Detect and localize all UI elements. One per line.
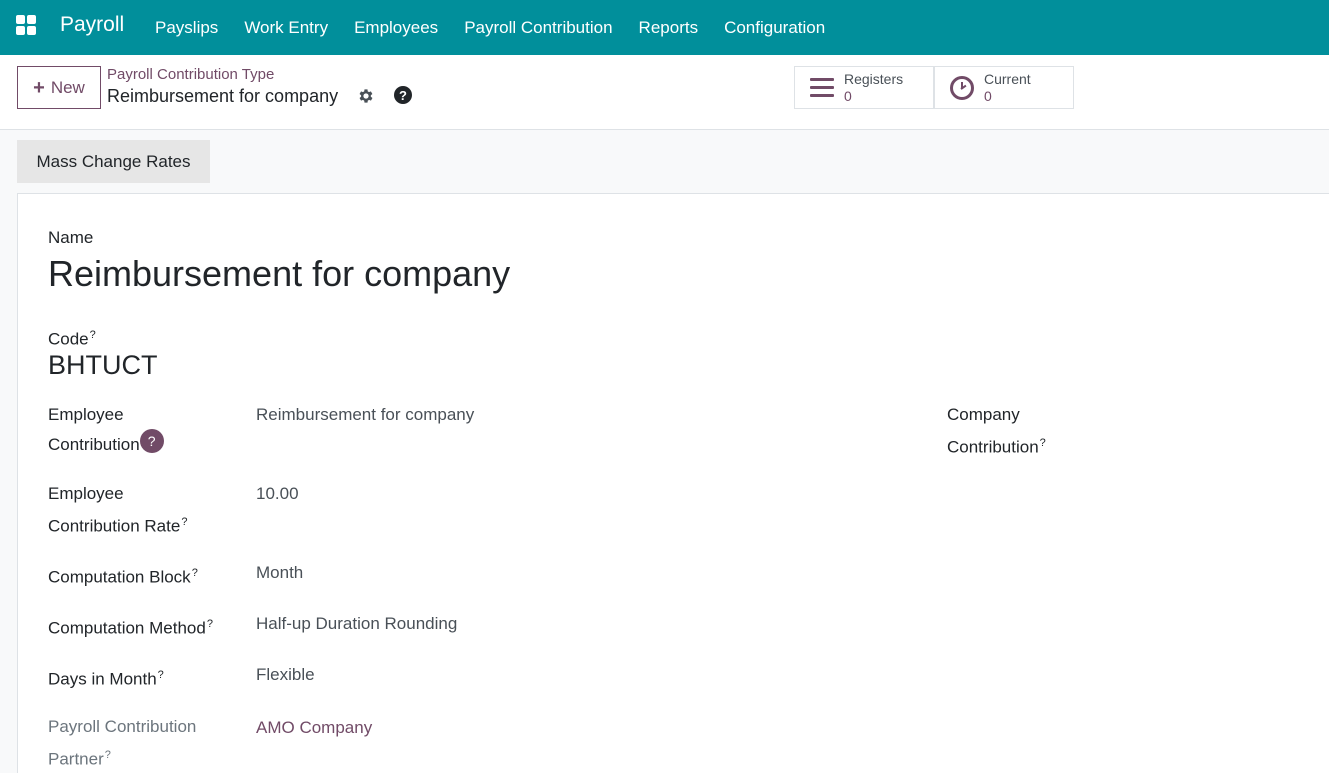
- current-stat-button[interactable]: Current 0: [934, 66, 1074, 109]
- employee-contribution-rate-field[interactable]: 10.00: [256, 480, 299, 508]
- menu-item-reports[interactable]: Reports: [626, 18, 712, 38]
- apps-menu-icon[interactable]: [16, 15, 36, 35]
- computation-block-field[interactable]: Month: [256, 559, 303, 587]
- employee-contribution-rate-label: Employee Contribution Rate?: [48, 484, 188, 536]
- current-count: 0: [984, 87, 992, 104]
- control-panel: + New Payroll Contribution Type Reimburs…: [0, 55, 1329, 130]
- registers-stat-button[interactable]: Registers 0: [794, 66, 934, 109]
- clock-icon: [949, 75, 975, 101]
- registers-label: Registers: [844, 70, 904, 87]
- record-title: Reimbursement for company: [107, 86, 339, 106]
- name-field[interactable]: Reimbursement for company: [48, 252, 510, 296]
- computation-method-label: Computation Method?: [48, 618, 213, 638]
- company-contribution-tooltip-icon[interactable]: ?: [1040, 437, 1046, 449]
- top-navbar: Payroll Payslips Work Entry Employees Pa…: [0, 0, 1329, 55]
- code-field[interactable]: BHTUCT: [48, 348, 158, 382]
- help-icon[interactable]: ?: [394, 86, 412, 104]
- gear-icon[interactable]: [357, 87, 375, 105]
- employee-contribution-label: Employee Contribution?: [48, 401, 164, 459]
- menu-item-work-entry[interactable]: Work Entry: [231, 18, 341, 38]
- breadcrumb[interactable]: Payroll Contribution Type: [107, 66, 274, 83]
- question-icon[interactable]: ?: [139, 429, 164, 453]
- computation-method-tooltip-icon[interactable]: ?: [207, 618, 213, 630]
- app-brand[interactable]: Payroll: [60, 13, 124, 37]
- new-button[interactable]: + New: [17, 66, 101, 109]
- company-contribution-label: Company Contribution?: [947, 405, 1046, 457]
- computation-block-tooltip-icon[interactable]: ?: [192, 567, 198, 579]
- payroll-contribution-partner-link[interactable]: AMO Company: [256, 714, 372, 742]
- menu-item-payroll-contribution[interactable]: Payroll Contribution: [451, 18, 625, 38]
- main-menu: Payslips Work Entry Employees Payroll Co…: [142, 0, 838, 55]
- payroll-contribution-partner-label: Payroll Contribution Partner?: [48, 717, 197, 769]
- employee-contribution-field[interactable]: Reimbursement for company: [256, 401, 474, 429]
- days-in-month-field[interactable]: Flexible: [256, 661, 315, 689]
- list-icon: [809, 75, 835, 101]
- registers-count: 0: [844, 87, 852, 104]
- code-tooltip-icon[interactable]: ?: [90, 329, 96, 341]
- computation-method-field[interactable]: Half-up Duration Rounding: [256, 610, 457, 638]
- menu-item-payslips[interactable]: Payslips: [142, 18, 231, 38]
- plus-icon: +: [33, 76, 45, 99]
- name-label: Name: [48, 228, 94, 247]
- menu-item-configuration[interactable]: Configuration: [711, 18, 838, 38]
- menu-item-employees[interactable]: Employees: [341, 18, 451, 38]
- computation-block-label: Computation Block?: [48, 567, 198, 587]
- mass-change-rates-button[interactable]: Mass Change Rates: [17, 140, 210, 183]
- days-in-month-label: Days in Month?: [48, 669, 164, 689]
- partner-tooltip-icon[interactable]: ?: [105, 749, 111, 761]
- days-in-month-tooltip-icon[interactable]: ?: [158, 669, 164, 681]
- current-label: Current: [984, 70, 1031, 87]
- rate-tooltip-icon[interactable]: ?: [181, 516, 187, 528]
- new-button-label: New: [50, 77, 85, 97]
